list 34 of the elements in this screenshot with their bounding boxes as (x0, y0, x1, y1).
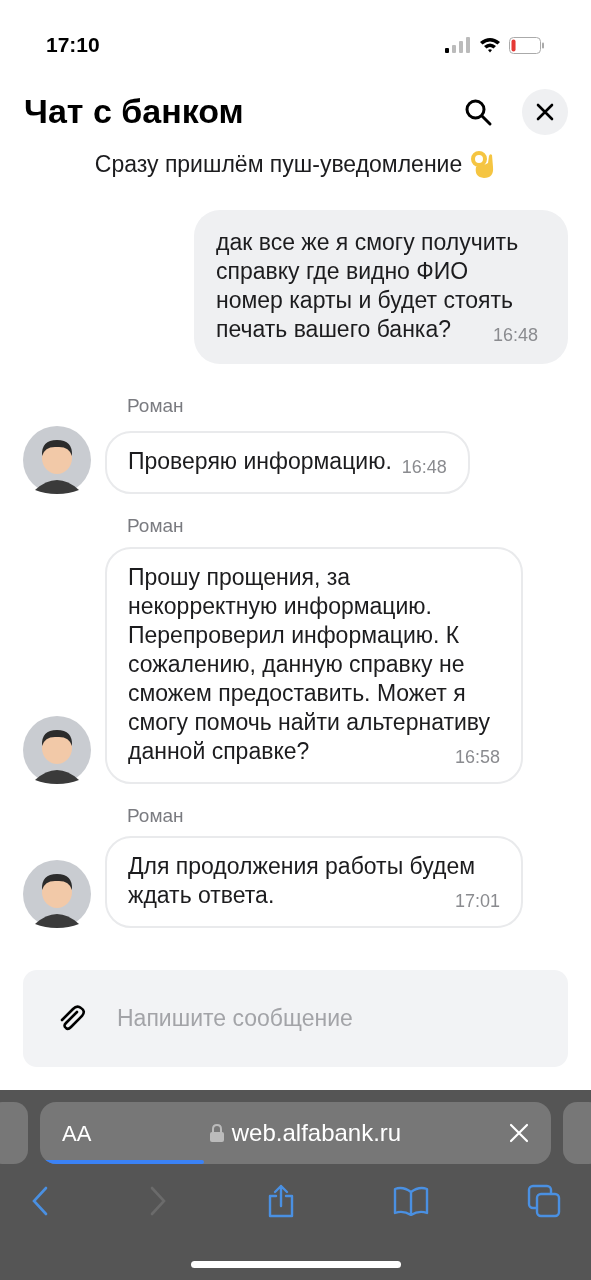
author-name: Роман (127, 803, 185, 828)
author-name: Роман (127, 393, 185, 418)
url-text: web.alfabank.ru (231, 1118, 402, 1148)
close-icon[interactable] (509, 1123, 529, 1143)
message-time: 17:01 (454, 890, 500, 913)
avatar (23, 715, 91, 784)
wifi-icon (479, 37, 501, 53)
text-size-button[interactable]: AA (62, 1116, 132, 1150)
avatar (23, 426, 91, 494)
received-message: Проверяю информацию. 16:48 (105, 431, 470, 494)
adjacent-tab[interactable] (563, 1102, 591, 1164)
close-icon (536, 102, 554, 121)
received-message: Прошу прощения, за некорректную информацию. Перепроверил информацию. К сожалению, данную справку не сможем предоставить. Может я смогу помочь найти альтернативу данной справке? 16:58 (105, 546, 523, 784)
message-field[interactable]: Напишите сообщение (117, 1001, 568, 1036)
adjacent-tab[interactable] (0, 1102, 28, 1164)
avatar (23, 860, 91, 928)
notice-text: Сразу пришлём пуш-уведомление (94, 150, 463, 179)
tabs-icon[interactable] (527, 1184, 561, 1218)
signal-icon (445, 37, 471, 53)
message-time: 16:48 (492, 323, 538, 347)
lock-icon (209, 1124, 224, 1142)
message-time: 16:58 (454, 745, 500, 769)
close-button[interactable] (522, 88, 568, 135)
status-time: 17:10 (46, 32, 100, 59)
sent-message: дак все же я смогу получить справку где видно ФИО номер карты и будет стоять печать вашего банка? 16:48 (194, 209, 568, 364)
author-name: Роман (127, 514, 185, 538)
received-message: Для продолжения работы будем ждать ответа. 17:01 (105, 836, 523, 928)
book-icon[interactable] (393, 1186, 430, 1216)
message-composer[interactable]: Напишите сообщение (23, 970, 568, 1067)
address-bar[interactable]: AA web.alfabank.ru (40, 1102, 551, 1164)
battery-icon (509, 36, 545, 54)
message-time: 16:48 (401, 456, 447, 479)
chat-title: Чат с банком (24, 91, 244, 132)
back-icon[interactable] (30, 1185, 50, 1217)
